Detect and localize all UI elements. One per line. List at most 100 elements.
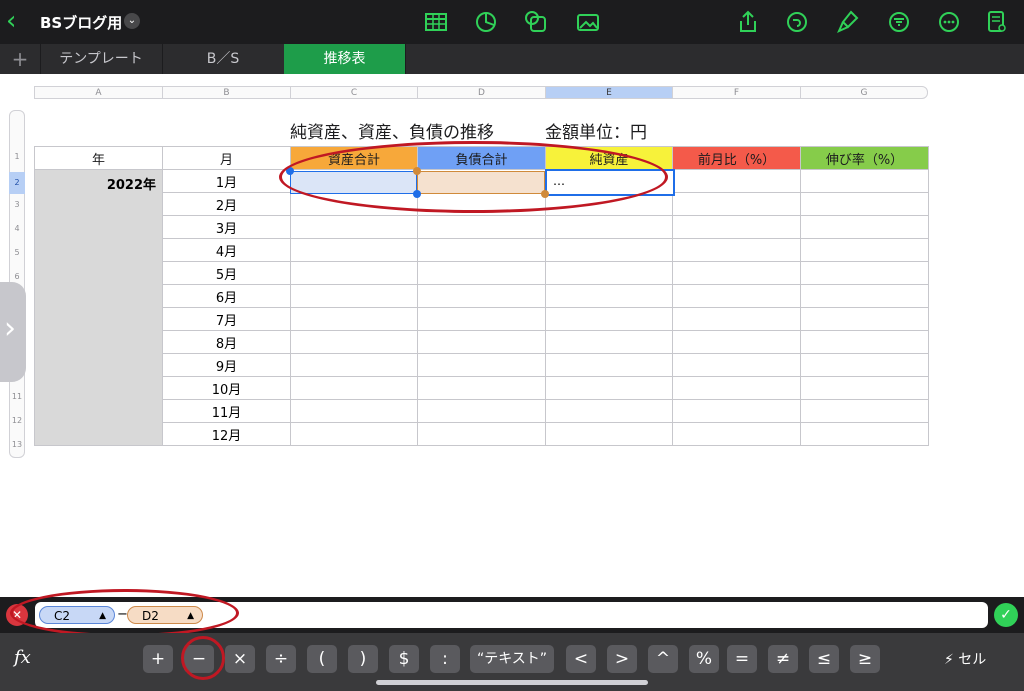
shapes-icon[interactable] [523,9,549,35]
column-header-a[interactable]: A [34,86,162,99]
key-not-equal[interactable]: ≠ [768,645,798,673]
data-cell[interactable] [417,376,546,400]
row-header-3[interactable]: 3 [9,200,25,209]
tab-transition-table[interactable]: 推移表 [284,44,406,74]
column-header-b[interactable]: B [162,86,290,99]
data-cell[interactable] [417,284,546,308]
format-brush-icon[interactable] [835,9,861,35]
data-cell[interactable] [800,307,929,331]
tab-bs[interactable]: B／S [162,44,285,74]
data-cell[interactable] [800,192,929,216]
month-cell[interactable]: 7月 [162,307,291,331]
undo-icon[interactable] [784,9,810,35]
data-cell[interactable] [545,353,673,377]
key-text[interactable]: “テキスト” [470,645,554,673]
header-cell-year[interactable]: 年 [34,146,163,170]
data-cell[interactable] [290,399,418,423]
key-percent[interactable]: % [689,645,719,673]
month-cell[interactable]: 1月 [162,169,291,193]
data-cell[interactable] [672,307,801,331]
more-icon[interactable] [936,9,962,35]
column-header-c[interactable]: C [290,86,417,99]
data-cell[interactable] [545,330,673,354]
filter-icon[interactable] [886,9,912,35]
data-cell[interactable] [800,330,929,354]
data-cell[interactable] [417,353,546,377]
key-greater-equal[interactable]: ≥ [850,645,880,673]
data-cell[interactable] [672,422,801,446]
row-header-6[interactable]: 6 [9,272,25,281]
data-cell[interactable] [672,238,801,262]
month-cell[interactable]: 5月 [162,261,291,285]
data-cell[interactable] [290,215,418,239]
data-cell[interactable] [417,261,546,285]
month-cell[interactable]: 3月 [162,215,291,239]
data-cell[interactable] [672,215,801,239]
year-cell[interactable]: 2022年 [34,169,163,446]
row-header-13[interactable]: 13 [9,440,25,449]
data-cell[interactable] [545,399,673,423]
data-cell[interactable] [672,399,801,423]
key-open-paren[interactable]: ( [307,645,337,673]
key-divide[interactable]: ÷ [266,645,296,673]
sheet-title[interactable]: 純資産、資産、負債の推移 金額単位：円 [290,118,647,143]
document-title[interactable]: BSブログ用 [40,12,122,33]
data-cell[interactable] [545,238,673,262]
data-cell[interactable] [290,261,418,285]
row-header-5[interactable]: 5 [9,248,25,257]
row-header-12[interactable]: 12 [9,416,25,425]
data-cell[interactable] [800,215,929,239]
row-header-1[interactable]: 1 [9,152,25,161]
data-cell[interactable] [672,376,801,400]
cell-mode-button[interactable]: ⚡ セル [944,649,986,669]
column-header-d[interactable]: D [417,86,545,99]
key-caret[interactable]: ^ [648,645,678,673]
data-cell[interactable] [290,330,418,354]
data-cell[interactable] [290,284,418,308]
data-cell[interactable] [545,422,673,446]
data-cell[interactable] [800,422,929,446]
data-cell[interactable] [545,284,673,308]
title-menu-chevron-icon[interactable]: ⌄ [124,13,140,29]
key-close-paren[interactable]: ) [348,645,378,673]
chart-icon[interactable] [473,9,499,35]
month-cell[interactable]: 9月 [162,353,291,377]
data-cell[interactable] [290,376,418,400]
data-cell[interactable] [800,169,929,193]
tab-template[interactable]: テンプレート [40,44,163,74]
column-header-g[interactable]: G [800,86,928,99]
data-cell[interactable] [800,261,929,285]
row-header-2[interactable]: 2 [9,172,25,194]
data-cell[interactable] [290,238,418,262]
data-cell[interactable] [672,261,801,285]
back-chevron-icon[interactable]: ‹ [6,8,30,36]
accept-formula-button[interactable]: ✓ [994,603,1018,627]
data-cell[interactable] [417,215,546,239]
data-cell[interactable] [672,192,801,216]
reading-view-icon[interactable] [984,9,1010,35]
share-icon[interactable] [735,9,761,35]
column-header-f[interactable]: F [672,86,800,99]
data-cell[interactable] [417,330,546,354]
month-cell[interactable]: 11月 [162,399,291,423]
data-cell[interactable] [800,353,929,377]
table-icon[interactable] [423,9,449,35]
key-less-than[interactable]: < [566,645,596,673]
key-multiply[interactable]: × [225,645,255,673]
month-cell[interactable]: 6月 [162,284,291,308]
data-cell[interactable] [800,238,929,262]
data-cell[interactable] [417,307,546,331]
month-cell[interactable]: 12月 [162,422,291,446]
month-cell[interactable]: 8月 [162,330,291,354]
data-cell[interactable] [545,376,673,400]
data-cell[interactable] [290,353,418,377]
data-cell[interactable] [672,169,801,193]
data-cell[interactable] [290,422,418,446]
data-cell[interactable] [800,376,929,400]
sidebar-expand-handle[interactable]: › [0,282,26,382]
month-cell[interactable]: 10月 [162,376,291,400]
data-cell[interactable] [417,238,546,262]
header-cell-month[interactable]: 月 [162,146,291,170]
key-less-equal[interactable]: ≤ [809,645,839,673]
data-cell[interactable] [545,261,673,285]
